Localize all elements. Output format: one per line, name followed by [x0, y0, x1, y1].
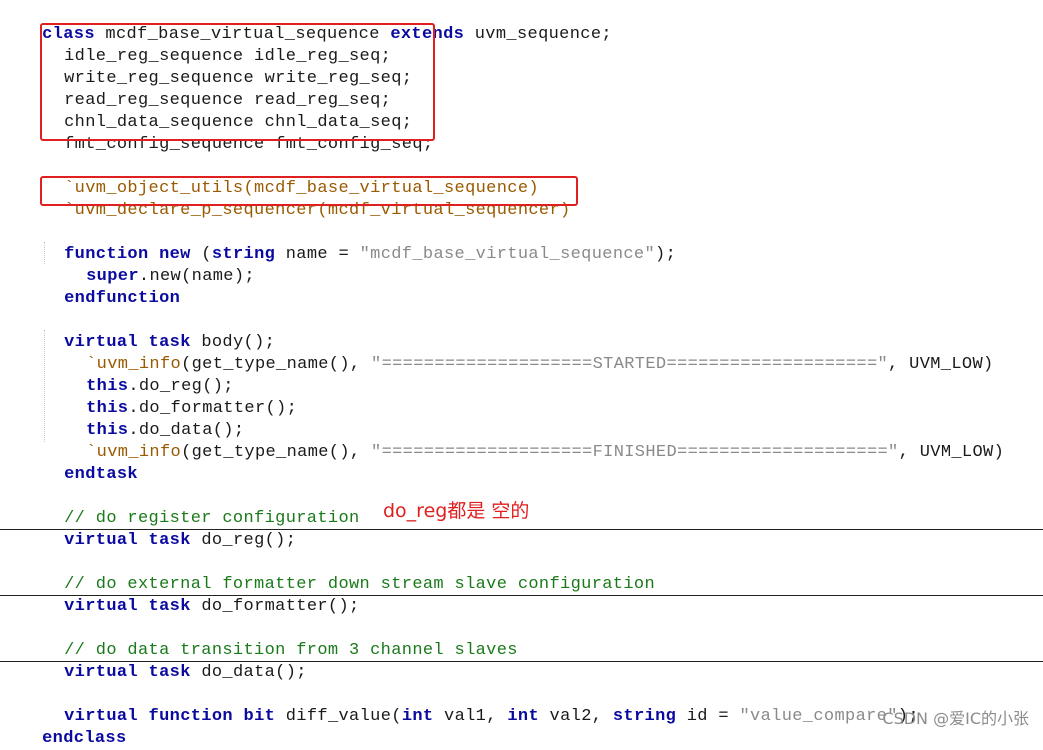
task-do-formatter-line: virtual task do_formatter();	[43, 574, 360, 616]
info-finished-string: "====================FINISHED===========…	[371, 443, 899, 462]
keyword: function	[148, 707, 233, 726]
keyword: task	[148, 663, 191, 682]
comment-data-line: // do data transition from 3 channel sla…	[43, 618, 518, 660]
function-new-string: "mcdf_base_virtual_sequence"	[359, 245, 656, 264]
endclass-keyword: endclass	[42, 729, 127, 748]
super-new-line: super.new(name);	[65, 244, 255, 286]
annotation-note: do_reg都是 空的	[383, 500, 530, 522]
task-do-data-line: virtual task do_data();	[43, 640, 307, 682]
task-do-reg-decl: virtual task do_reg();	[64, 531, 297, 550]
diff-value-string: "value_compare"	[739, 707, 898, 726]
task-do-reg-line: virtual task do_reg();	[43, 508, 296, 550]
class-declaration-line: class mcdf_base_virtual_sequence extends…	[21, 2, 612, 44]
info-finished-args: (get_type_name(),	[181, 443, 372, 462]
call-do-reg-line: this.do_reg();	[65, 354, 234, 396]
info-started-end: , UVM_LOW)	[888, 355, 994, 374]
keyword: task	[148, 531, 191, 550]
section-divider	[0, 661, 1043, 662]
function-new-line: function new (string name = "mcdf_base_v…	[43, 222, 676, 264]
function-new-end: );	[655, 245, 677, 264]
keyword: virtual	[64, 597, 138, 616]
info-finished-line: `uvm_info(get_type_name(), "============…	[65, 420, 1004, 462]
comment-formatter-line: // do external formatter down stream sla…	[43, 552, 655, 594]
object-utils-line: `uvm_object_utils(mcdf_base_virtual_sequ…	[43, 156, 539, 198]
call-do-data-line: this.do_data();	[65, 398, 244, 440]
task-do-formatter-decl: virtual task do_formatter();	[64, 597, 360, 616]
endtask-keyword: endtask	[64, 465, 138, 484]
diff-value-line: virtual function bit diff_value(int val1…	[43, 684, 919, 726]
info-finished-end: , UVM_LOW)	[898, 443, 1005, 462]
info-started-string: "====================STARTED============…	[371, 355, 889, 374]
watermark: CSDN @爱IC的小张	[882, 709, 1029, 728]
endclass-line: endclass	[21, 706, 127, 748]
endfunction-line: endfunction	[43, 266, 180, 308]
keyword: string	[612, 707, 677, 726]
endfunction-keyword: endfunction	[64, 289, 181, 308]
diff-value-head: virtual function bit diff_value(int val1…	[64, 707, 740, 726]
task-body-line: virtual task body();	[43, 310, 275, 352]
section-divider	[0, 529, 1043, 530]
keyword: bit	[243, 707, 276, 726]
keyword: virtual	[64, 663, 138, 682]
comment-reg-line: // do register configuration	[43, 486, 360, 528]
section-divider	[0, 595, 1043, 596]
keyword: task	[148, 597, 191, 616]
keyword: int	[401, 707, 434, 726]
info-started-line: `uvm_info(get_type_name(), "============…	[65, 332, 994, 374]
keyword: int	[507, 707, 539, 726]
endtask-line: endtask	[43, 442, 138, 484]
fields-highlight-box	[40, 23, 435, 141]
sequencer-highlight-box	[40, 176, 578, 206]
keyword: virtual	[64, 531, 138, 550]
call-do-formatter-line: this.do_formatter();	[65, 376, 297, 418]
task-do-data-decl: virtual task do_data();	[64, 663, 307, 682]
